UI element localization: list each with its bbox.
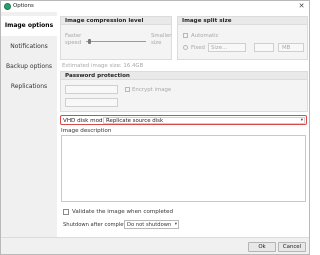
- compression-title: Image compression level: [61, 17, 171, 25]
- app-logo-icon: [4, 3, 11, 10]
- split-spinner[interactable]: [254, 43, 274, 52]
- vhd-disk-mode-row: VHD disk mode Replicate source disk ▾: [60, 115, 307, 125]
- password-group: Password protection Encrypt image: [60, 71, 308, 112]
- encrypt-image-checkbox[interactable]: [125, 87, 130, 92]
- split-unit-select[interactable]: MB: [278, 43, 304, 52]
- sidebar-item-notifications[interactable]: Notifications: [1, 37, 57, 57]
- split-automatic-label: Automatic: [191, 33, 219, 39]
- title-bar: Options ✕: [1, 1, 309, 12]
- vhd-disk-mode-value: Replicate source disk: [106, 118, 164, 125]
- split-group: Image split size Automatic Fixed Size...…: [177, 16, 308, 60]
- dialog-footer: Ok Cancel: [1, 237, 309, 254]
- cancel-button[interactable]: Cancel: [278, 242, 306, 252]
- chevron-down-icon: ▾: [300, 118, 303, 123]
- vhd-disk-mode-select[interactable]: Replicate source disk ▾: [103, 117, 305, 124]
- shutdown-label: Shutdown after completion: [63, 222, 134, 228]
- ok-button[interactable]: Ok: [248, 242, 276, 252]
- compression-slider-track[interactable]: [86, 41, 146, 42]
- split-title: Image split size: [178, 17, 307, 25]
- password-input[interactable]: [65, 85, 118, 94]
- faster-label: Faster: [65, 33, 82, 39]
- split-unit-value: MB: [282, 45, 291, 51]
- confirm-password-input[interactable]: [65, 98, 118, 107]
- shutdown-select[interactable]: Do not shutdown ▾: [124, 220, 179, 229]
- estimated-size-text: Estimated image size: 16.4GB: [62, 63, 144, 69]
- split-fixed-label: Fixed: [191, 45, 205, 51]
- compression-slider-thumb[interactable]: [88, 39, 91, 44]
- size-label: size: [151, 40, 162, 46]
- compression-group: Image compression level Faster speed Sma…: [60, 16, 172, 60]
- shutdown-value: Do not shutdown: [127, 222, 172, 229]
- close-icon[interactable]: ✕: [297, 2, 306, 11]
- sidebar-item-image-options[interactable]: Image options: [1, 16, 57, 36]
- encrypt-image-label: Encrypt image: [132, 87, 172, 93]
- validate-image-label: Validate the image when completed: [72, 209, 174, 215]
- vhd-disk-mode-label: VHD disk mode: [63, 117, 107, 124]
- window-title: Options: [13, 3, 34, 9]
- sidebar-item-backup-options[interactable]: Backup options: [1, 57, 57, 77]
- sidebar-item-replications[interactable]: Replications: [1, 77, 57, 97]
- sidebar: Image options Notifications Backup optio…: [1, 12, 57, 237]
- speed-label: speed: [65, 40, 82, 46]
- split-size-placeholder: Size...: [211, 45, 228, 51]
- split-fixed-radio[interactable]: [183, 45, 188, 50]
- chevron-down-icon: ▾: [174, 222, 177, 227]
- smaller-label: Smaller: [151, 33, 172, 39]
- split-automatic-checkbox[interactable]: [183, 33, 188, 38]
- options-window: Options ✕ Image options Notifications Ba…: [0, 0, 310, 255]
- image-description-label: Image description: [61, 128, 112, 134]
- password-title: Password protection: [61, 72, 307, 80]
- validate-image-checkbox[interactable]: [63, 209, 69, 215]
- image-options-panel: Image compression level Faster speed Sma…: [57, 12, 309, 237]
- split-size-input[interactable]: Size...: [208, 43, 246, 52]
- image-description-textarea[interactable]: [61, 135, 306, 202]
